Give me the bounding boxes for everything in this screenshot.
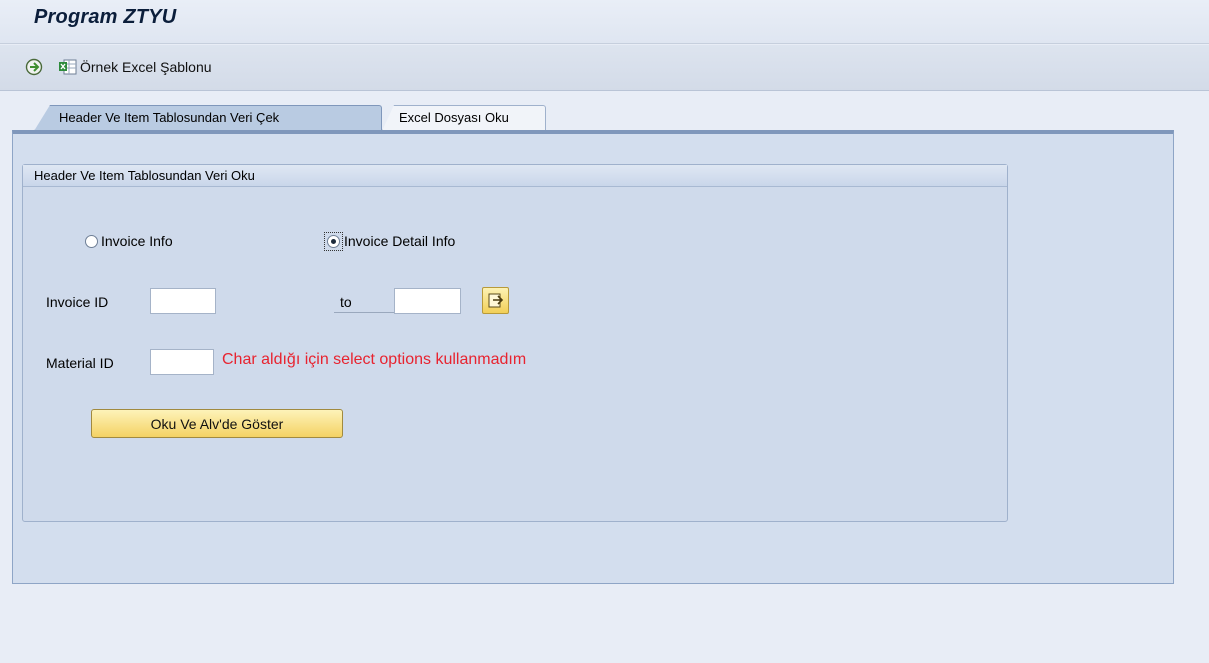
to-label: to — [340, 294, 352, 310]
show-in-alv-button[interactable]: Oku Ve Alv'de Göster — [91, 409, 343, 438]
radio-button-selected-icon[interactable] — [327, 234, 340, 248]
radio-invoice-info-label: Invoice Info — [101, 233, 173, 249]
invoice-id-label: Invoice ID — [46, 294, 109, 310]
excel-icon[interactable] — [58, 57, 78, 77]
tab-header-item[interactable]: Header Ve Item Tablosundan Veri Çek — [34, 105, 382, 131]
title-bar: Program ZTYU — [0, 0, 1209, 44]
radio-focus-frame — [324, 231, 343, 251]
note-text: Char aldığı için select options kullanma… — [222, 351, 527, 368]
execute-icon[interactable] — [24, 57, 44, 77]
material-id-input[interactable] — [150, 349, 214, 375]
radio-button-icon[interactable] — [85, 234, 98, 248]
multiple-selection-icon — [488, 293, 504, 308]
radio-invoice-detail-info[interactable]: Invoice Detail Info — [324, 231, 455, 251]
excel-template-button[interactable]: Örnek Excel Şablonu — [80, 59, 212, 75]
tab-strip: Header Ve Item Tablosundan Veri Çek Exce… — [12, 105, 1174, 131]
multiple-selection-button[interactable] — [482, 287, 509, 314]
group-box: Header Ve Item Tablosundan Veri Oku — [22, 164, 1008, 522]
group-box-title: Header Ve Item Tablosundan Veri Oku — [23, 165, 1007, 187]
material-id-label: Material ID — [46, 355, 114, 371]
page-title: Program ZTYU — [34, 6, 177, 28]
tab-excel-file[interactable]: Excel Dosyası Oku — [382, 105, 546, 131]
radio-invoice-info[interactable]: Invoice Info — [85, 231, 173, 251]
invoice-id-to-input[interactable] — [394, 288, 461, 314]
invoice-id-from-input[interactable] — [150, 288, 216, 314]
application-toolbar: Örnek Excel Şablonu — [0, 45, 1209, 91]
to-underline — [334, 312, 394, 313]
radio-invoice-detail-label: Invoice Detail Info — [344, 233, 456, 249]
